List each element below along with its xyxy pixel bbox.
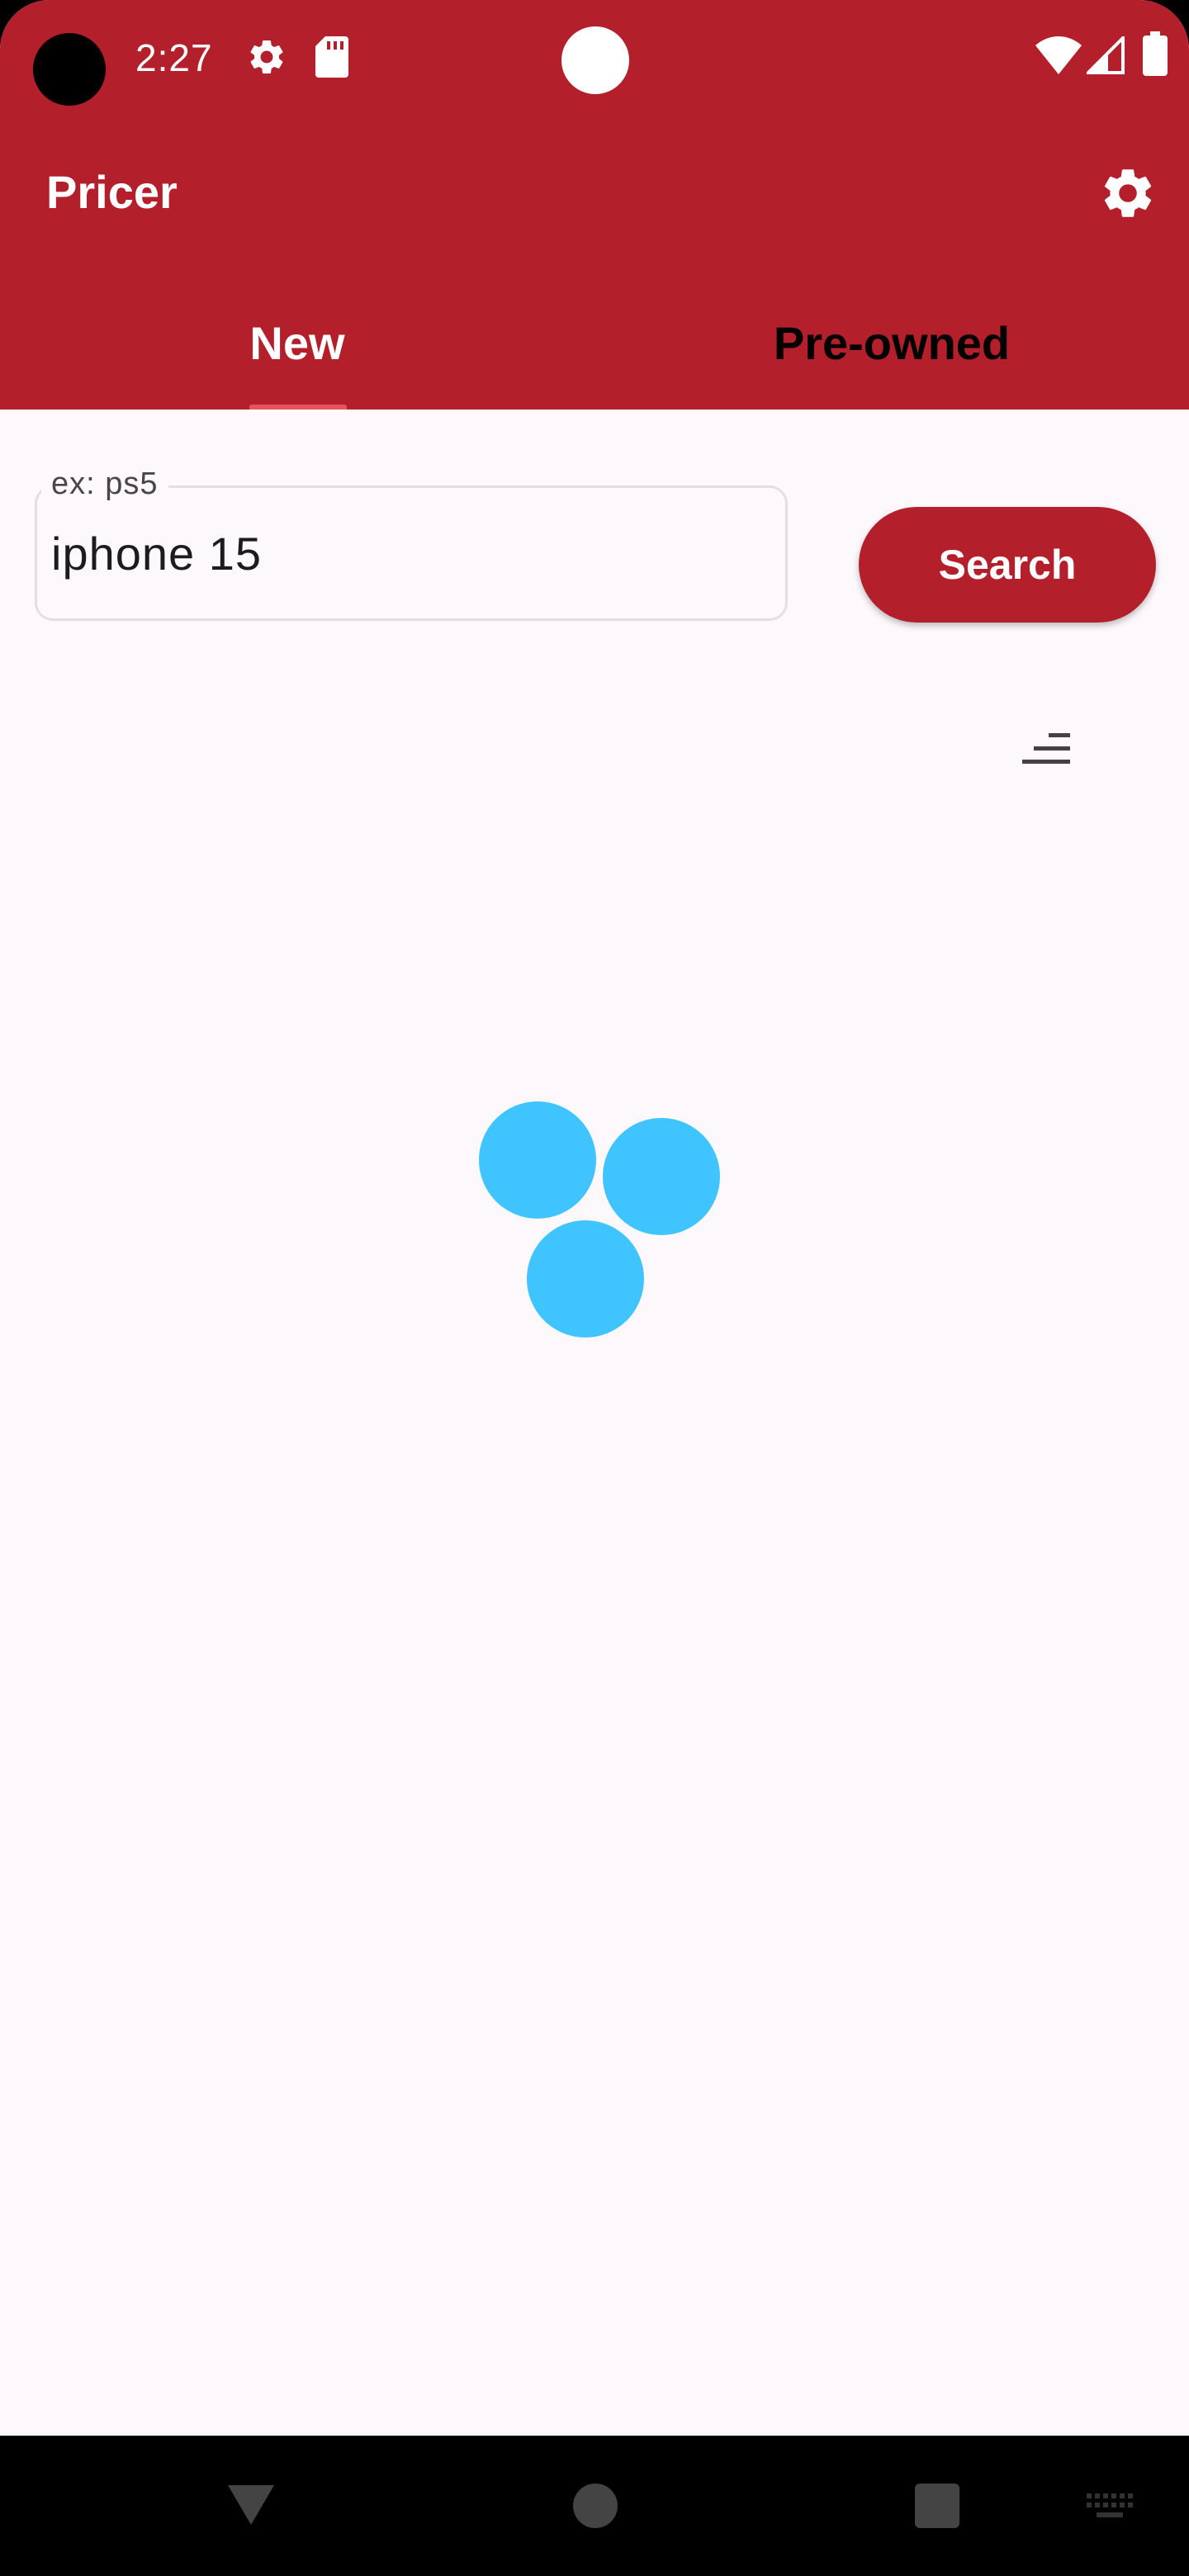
tab-pre-owned-label: Pre-owned xyxy=(773,317,1011,369)
keyboard-icon[interactable] xyxy=(1085,2492,1135,2520)
home-circle-icon[interactable] xyxy=(573,2484,618,2528)
sort-icon[interactable] xyxy=(1016,722,1085,774)
search-field-label: ex: ps5 xyxy=(41,464,168,504)
loader-dot xyxy=(603,1118,720,1235)
search-button[interactable]: Search xyxy=(859,507,1156,623)
back-triangle-icon[interactable] xyxy=(225,2482,277,2528)
camera-cutout xyxy=(33,33,106,106)
settings-button[interactable] xyxy=(1090,155,1166,231)
search-input[interactable] xyxy=(51,520,761,586)
signal-icon xyxy=(1087,36,1125,74)
status-time: 2:27 xyxy=(135,36,213,79)
app-window: 2:27 Pricer New Pre-owned ex: ps5 iphone… xyxy=(0,0,1189,2436)
tab-new-label: New xyxy=(249,317,345,369)
recents-square-icon[interactable] xyxy=(915,2484,959,2528)
device-screen: 2:27 Pricer New Pre-owned ex: ps5 iphone… xyxy=(0,0,1189,2576)
loader-dot xyxy=(479,1101,596,1219)
tab-indicator xyxy=(249,405,347,410)
gear-icon xyxy=(250,40,283,73)
sd-card-icon xyxy=(315,36,348,78)
tab-pre-owned[interactable]: Pre-owned xyxy=(594,305,1189,410)
tab-new[interactable]: New xyxy=(0,305,594,410)
gear-icon xyxy=(1104,169,1152,217)
battery-icon xyxy=(1143,31,1168,76)
wifi-icon xyxy=(1035,36,1082,74)
app-title: Pricer xyxy=(46,166,178,218)
loader-dot xyxy=(527,1220,644,1338)
notification-dot xyxy=(561,26,629,94)
